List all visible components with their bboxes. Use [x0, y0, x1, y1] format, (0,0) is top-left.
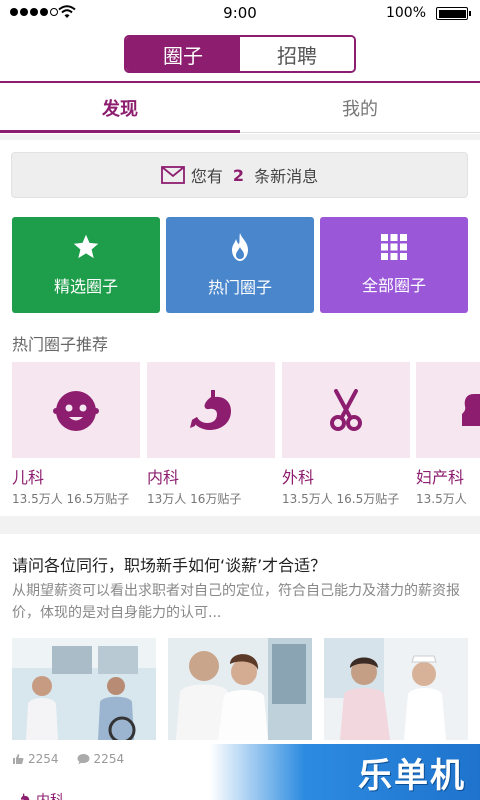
- circle-name: 妇产科: [416, 468, 465, 487]
- like-count-value: 2254: [28, 752, 59, 766]
- article-photo-doctors[interactable]: [168, 638, 312, 740]
- message-count: 2: [232, 165, 245, 185]
- watermark-text: 乐单机: [358, 755, 466, 796]
- tab-bar: 发现 我的: [0, 83, 480, 133]
- featured-circles-button[interactable]: 精选圈子: [12, 217, 160, 313]
- comment-count-value: 2254: [93, 752, 125, 766]
- envelope-icon: [161, 166, 185, 184]
- comment-count[interactable]: 2254: [77, 752, 125, 766]
- comment-icon: [77, 754, 90, 765]
- circle-stats: 13.5万人: [416, 492, 467, 506]
- woman-icon: [462, 394, 480, 426]
- circle-name: 内科: [147, 468, 180, 487]
- all-circles-label: 全部圈子: [361, 276, 426, 295]
- message-suffix: 条新消息: [254, 167, 319, 186]
- battery-percent: 100%: [385, 5, 426, 21]
- circle-stats: 13.5万人 16.5万贴子: [282, 492, 400, 506]
- article-description: 从期望薪资可以看出求职者对自己的定位，符合自己能力及潜力的薪资报价，体现的是对自…: [12, 583, 460, 621]
- hot-circles-section-title: 热门圈子推荐: [12, 335, 109, 354]
- circle-card-obstetrics[interactable]: 妇产科 13.5万人: [416, 362, 480, 507]
- like-count[interactable]: 2254: [12, 752, 59, 766]
- circle-name: 外科: [282, 468, 315, 487]
- circle-card-surgery[interactable]: 外科 13.5万人 16.5万贴子: [282, 362, 410, 507]
- scissors-icon: [330, 389, 362, 431]
- circle-card-internal-medicine[interactable]: 内科 13万人 16万贴子: [147, 362, 275, 507]
- circle-stats: 13.5万人 16.5万贴子: [12, 492, 130, 506]
- battery-icon: [436, 7, 471, 20]
- article-photo-xray[interactable]: [12, 638, 156, 740]
- circle-stats: 13万人 16万贴子: [147, 492, 242, 506]
- circle-card-pediatrics[interactable]: 儿科 13.5万人 16.5万贴子: [12, 362, 140, 507]
- featured-circles-label: 精选圈子: [53, 277, 118, 296]
- hot-circles-label: 热门圈子: [207, 278, 272, 297]
- segment-circles[interactable]: 圈子: [126, 37, 240, 71]
- all-circles-button[interactable]: 全部圈子: [320, 217, 468, 313]
- next-item-text: 内科: [36, 790, 64, 800]
- article-title[interactable]: 请问各位同行，职场新手如何‘谈薪’才合适？: [12, 552, 326, 576]
- tab-mine[interactable]: 我的: [240, 83, 480, 132]
- next-item-label[interactable]: 内科: [16, 790, 64, 800]
- flame-icon: [232, 233, 248, 261]
- star-icon: [73, 234, 99, 259]
- section-gap: [0, 516, 480, 534]
- grid-icon: [381, 234, 407, 260]
- stomach-icon: [20, 793, 30, 800]
- segment-jobs[interactable]: 招聘: [240, 37, 354, 71]
- status-bar: 9:00 100%: [0, 0, 480, 26]
- section-gap: [0, 134, 480, 140]
- tab-discover[interactable]: 发现: [0, 83, 240, 133]
- article-stats: 2254 2254: [12, 752, 124, 766]
- baby-face-icon: [53, 391, 99, 431]
- message-prefix: 您有: [190, 167, 223, 186]
- article-photo-nurse[interactable]: [324, 638, 468, 740]
- stomach-icon: [190, 390, 231, 430]
- circle-name: 儿科: [12, 468, 45, 487]
- new-message-bar[interactable]: 您有 2 条新消息: [11, 152, 468, 198]
- main-segmented-control: 圈子 招聘: [124, 35, 356, 73]
- hot-circles-button[interactable]: 热门圈子: [166, 217, 314, 313]
- watermark-logo: 乐单机: [210, 744, 480, 800]
- thumbs-up-icon: [13, 754, 24, 764]
